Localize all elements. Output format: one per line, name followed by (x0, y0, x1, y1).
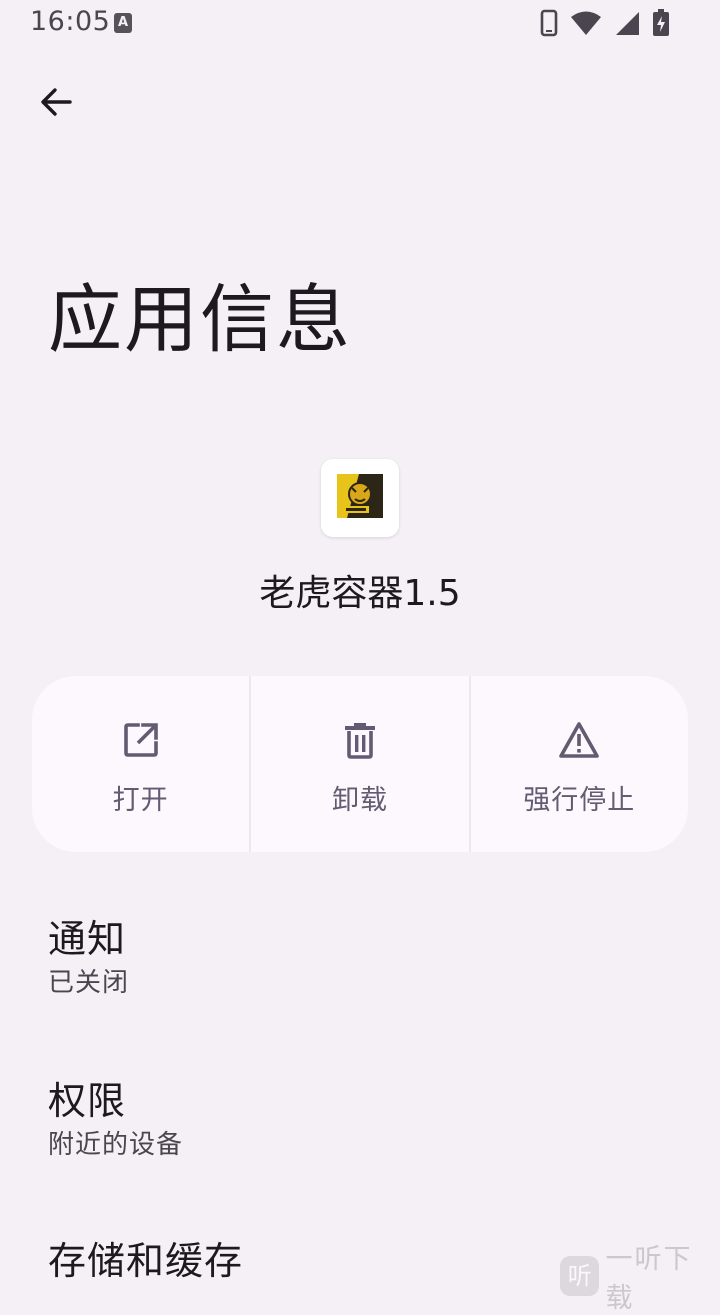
open-label: 打开 (112, 785, 169, 816)
setting-title: 通知 (48, 917, 127, 961)
wifi-icon (570, 10, 602, 40)
setting-subtitle: 已关闭 (48, 968, 130, 998)
tiger-app-icon (337, 474, 383, 522)
watermark-text: 一听下载 (605, 1244, 693, 1314)
notifications-setting[interactable]: 通知 已关闭 (48, 914, 688, 1002)
open-button[interactable]: 打开 (32, 676, 249, 852)
force-stop-button[interactable]: 强行停止 (468, 676, 688, 852)
keyboard-badge-icon: A (114, 13, 132, 33)
watermark-logo-icon: 听 (560, 1256, 600, 1296)
page-title: 应用信息 (48, 277, 352, 363)
arrow-left-icon (38, 84, 74, 124)
uninstall-label: 卸载 (331, 785, 388, 816)
uninstall-button[interactable]: 卸载 (249, 676, 468, 852)
app-name: 老虎容器1.5 (259, 573, 461, 614)
trash-icon (340, 720, 380, 764)
app-action-card: 打开 卸载 强行停止 (32, 676, 688, 852)
setting-subtitle: 附近的设备 (48, 1130, 184, 1160)
status-bar: 16:05 A (0, 0, 720, 48)
status-time: 16:05 (30, 6, 111, 37)
phone-icon (540, 9, 558, 41)
permissions-setting[interactable]: 权限 附近的设备 (48, 1076, 688, 1164)
status-icons (540, 9, 670, 41)
signal-icon (614, 10, 640, 40)
watermark: 听 一听下载 (560, 1237, 720, 1315)
setting-title: 权限 (48, 1079, 127, 1123)
battery-charging-icon (652, 9, 670, 41)
back-button[interactable] (26, 74, 86, 134)
open-external-icon (121, 720, 161, 764)
warning-icon (557, 720, 601, 764)
app-icon (321, 459, 399, 537)
force-stop-label: 强行停止 (523, 785, 636, 816)
